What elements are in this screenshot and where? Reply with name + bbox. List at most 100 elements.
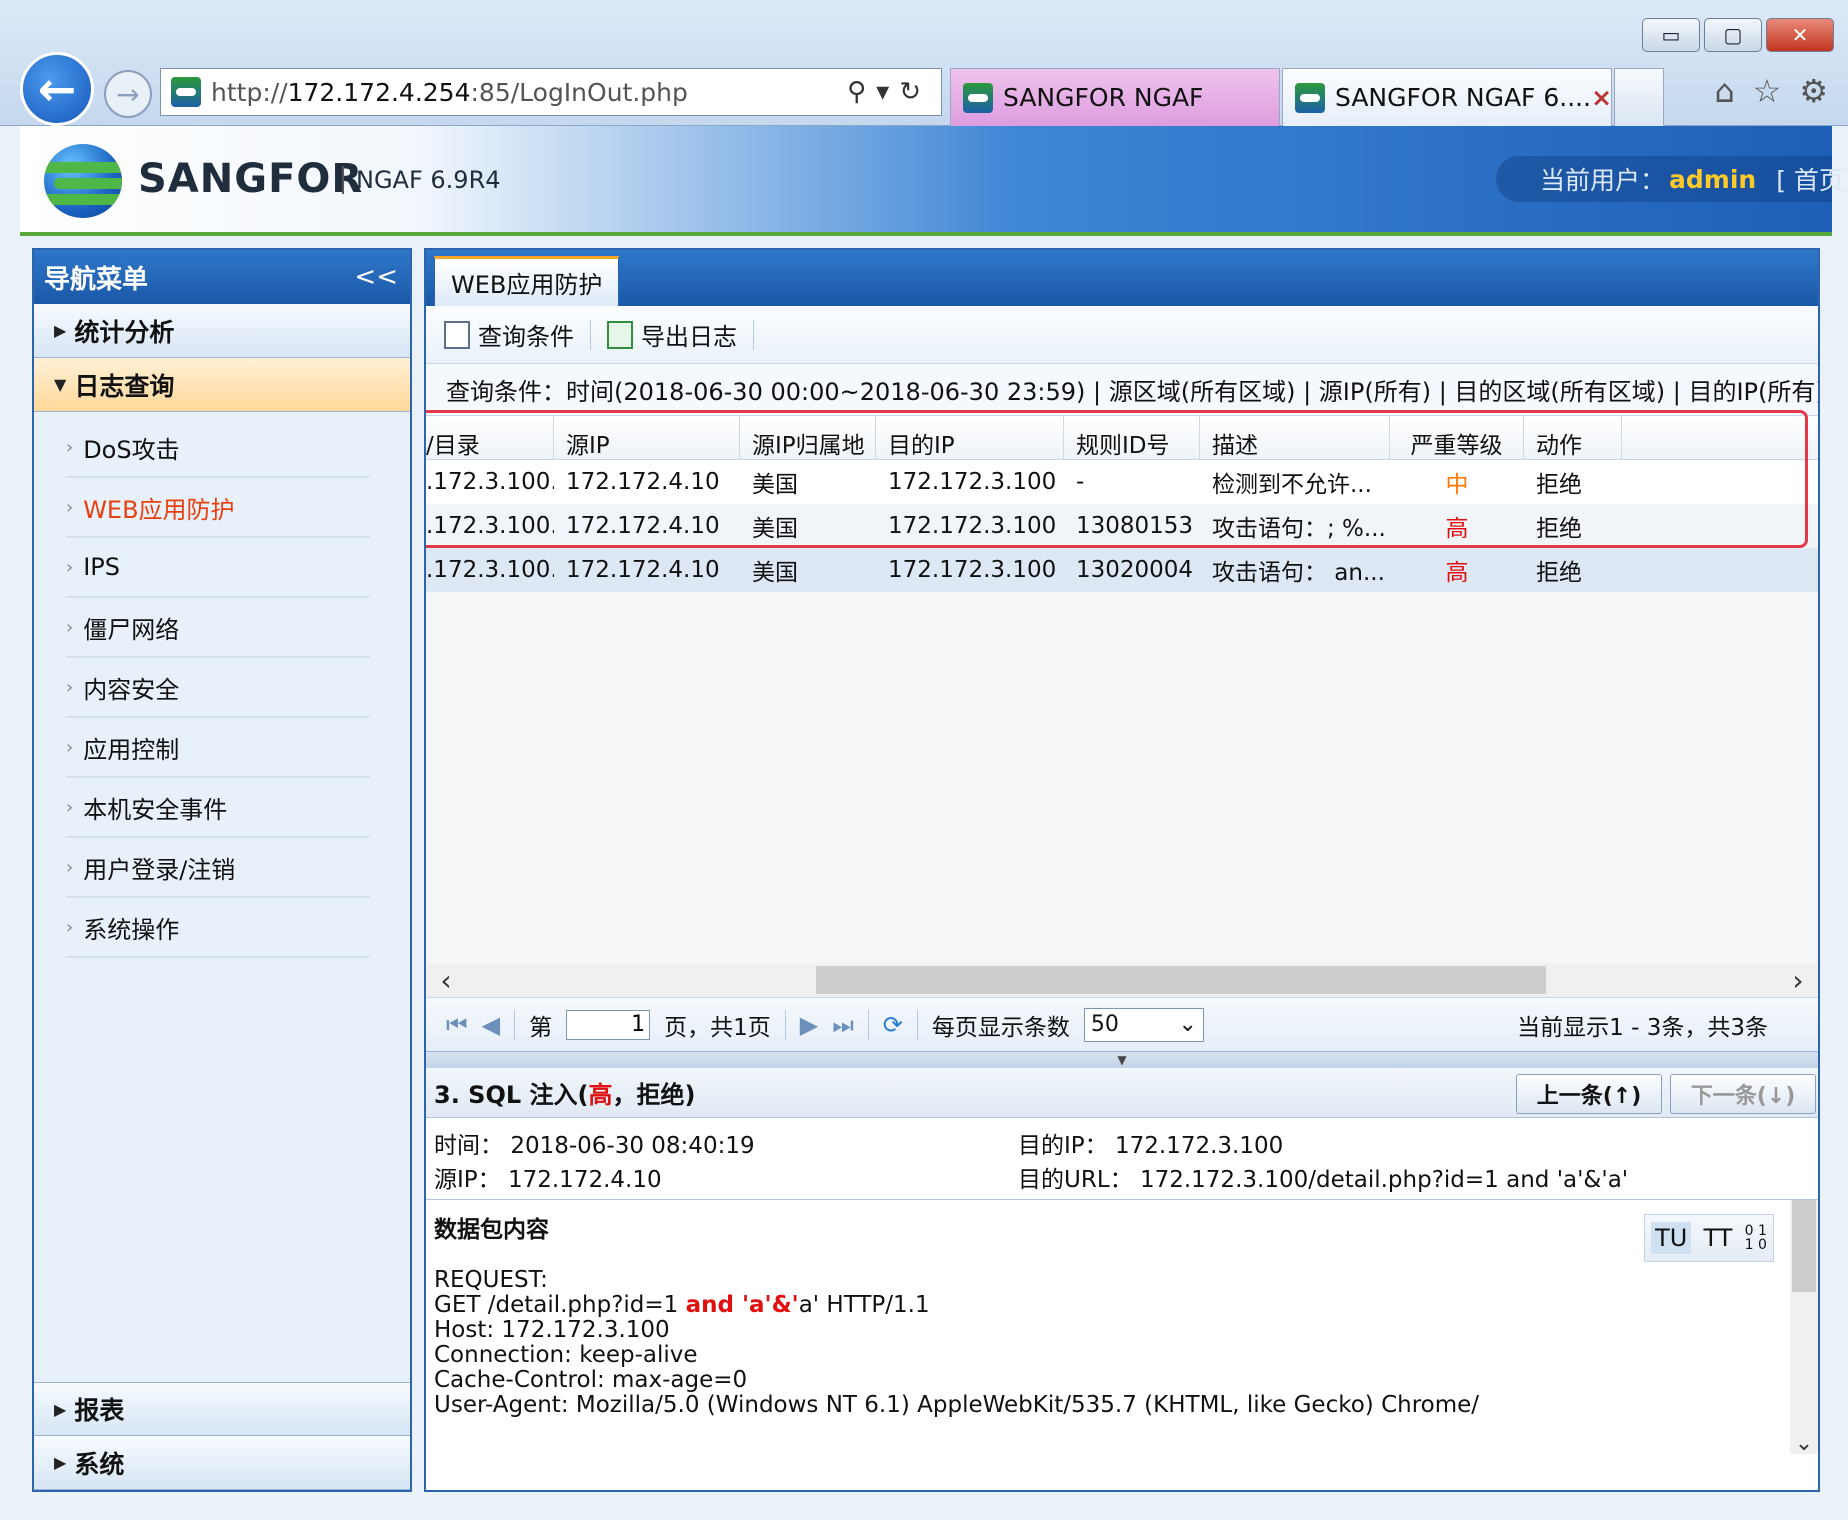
query-conditions-label: 查询条件 bbox=[478, 323, 574, 351]
table-row[interactable]: .172.3.100... 172.172.4.10 美国 172.172.3.… bbox=[426, 548, 1818, 592]
nav-item-app-control[interactable]: › 应用控制 bbox=[66, 718, 370, 778]
forward-arrow-icon[interactable]: → bbox=[104, 70, 152, 118]
prev-page-icon[interactable]: ◀ bbox=[482, 1011, 500, 1039]
column-header-description[interactable]: 描述 bbox=[1200, 416, 1390, 459]
nav-item-system-ops[interactable]: › 系统操作 bbox=[66, 898, 370, 958]
export-log-label: 导出日志 bbox=[641, 323, 737, 351]
nav-item-local-events[interactable]: › 本机安全事件 bbox=[66, 778, 370, 838]
pager-divider bbox=[514, 1009, 516, 1040]
nav-item-botnet[interactable]: › 僵尸网络 bbox=[66, 598, 370, 658]
cell-dst-ip: 172.172.3.100 bbox=[888, 557, 1057, 583]
cell-action: 拒绝 bbox=[1536, 516, 1582, 542]
scroll-right-icon[interactable]: › bbox=[1778, 964, 1818, 997]
column-header-severity[interactable]: 严重等级 bbox=[1390, 416, 1524, 459]
scroll-thumb[interactable] bbox=[816, 966, 1546, 994]
column-header-rule-id[interactable]: 规则ID号 bbox=[1064, 416, 1200, 459]
home-link[interactable]: [ 首页 bbox=[1776, 161, 1844, 197]
nav-item-label: 本机安全事件 bbox=[83, 795, 228, 824]
column-header-action[interactable]: 动作 bbox=[1524, 416, 1622, 459]
nav-item-content-security[interactable]: › 内容安全 bbox=[66, 658, 370, 718]
address-bar[interactable]: http://172.172.4.254:85/LogInOut.php ⚲▾↻ bbox=[160, 68, 942, 116]
nav-menu-title: 导航菜单 << bbox=[34, 250, 410, 304]
text-size-icon[interactable]: TT bbox=[1704, 1224, 1733, 1252]
scroll-thumb[interactable] bbox=[1792, 1200, 1816, 1292]
cell-src-ip: 172.172.4.10 bbox=[566, 513, 720, 539]
user-bar: 当前用户： admin [ 首页 bbox=[1496, 156, 1844, 202]
cell-action: 拒绝 bbox=[1536, 560, 1582, 586]
table-row[interactable]: .172.3.100... 172.172.4.10 美国 172.172.3.… bbox=[426, 504, 1818, 548]
settings-gear-icon[interactable]: ⚙ bbox=[1799, 72, 1828, 110]
nav-group-log-query[interactable]: ▼ 日志查询 bbox=[34, 358, 410, 412]
scroll-left-icon[interactable]: ‹ bbox=[426, 964, 466, 997]
cell-description: 检测到不允许... bbox=[1212, 472, 1372, 498]
column-header-dir[interactable]: /目录 bbox=[426, 416, 554, 459]
vertical-scrollbar[interactable]: ⌃ ⌄ bbox=[1790, 1200, 1818, 1454]
scroll-down-icon[interactable]: ⌄ bbox=[1790, 1431, 1818, 1454]
prev-record-button[interactable]: 上一条(↑) bbox=[1516, 1074, 1662, 1114]
packet-line: User-Agent: Mozilla/5.0 (Windows NT 6.1)… bbox=[434, 1392, 1480, 1418]
browser-tab-1[interactable]: SANGFOR NGAF bbox=[950, 68, 1280, 126]
next-record-button[interactable]: 下一条(↓) bbox=[1670, 1074, 1816, 1114]
detail-dst-url: 目的URL： 172.172.3.100/detail.php?id=1 and… bbox=[1018, 1167, 1629, 1193]
excel-export-icon bbox=[607, 320, 633, 349]
text-uppercase-icon[interactable]: TU bbox=[1651, 1222, 1692, 1254]
refresh-icon[interactable]: ⟳ bbox=[883, 1011, 903, 1039]
nav-item-ips[interactable]: › IPS bbox=[66, 538, 370, 598]
tab-close-icon[interactable]: × bbox=[1591, 83, 1611, 112]
first-page-icon[interactable]: ⏮ bbox=[446, 1011, 468, 1039]
query-conditions-button[interactable]: 查询条件 bbox=[444, 317, 574, 352]
content-tabbar: WEB应用防护 bbox=[426, 250, 1818, 306]
page-total: 页，共1页 bbox=[664, 1014, 771, 1041]
back-arrow-icon[interactable]: ← bbox=[20, 52, 94, 126]
brand-name: SANGFOR bbox=[138, 156, 364, 202]
column-header-src-location[interactable]: 源IP归属地 bbox=[740, 416, 876, 459]
detail-time: 时间： 2018-06-30 08:40:19 bbox=[434, 1133, 755, 1159]
panel-splitter[interactable]: ▼ bbox=[426, 1052, 1818, 1068]
nav-menu: 导航菜单 << ▶ 统计分析 ▼ 日志查询 › DoS攻击 › WEB应用防护 › I… bbox=[32, 248, 412, 1492]
caret-down-icon: ▼ bbox=[54, 375, 67, 394]
cell-src-ip: 172.172.4.10 bbox=[566, 469, 720, 495]
per-page-select[interactable]: 50 ⌄ bbox=[1083, 1007, 1204, 1042]
hex-view-icon[interactable]: 0 11 0 bbox=[1745, 1224, 1767, 1252]
horizontal-scrollbar[interactable]: ‹ › bbox=[426, 963, 1818, 997]
nav-item-web-protection[interactable]: › WEB应用防护 bbox=[66, 478, 370, 538]
splitter-arrow-icon[interactable]: ▼ bbox=[1117, 1052, 1126, 1068]
window-controls: ▭ ▢ ✕ bbox=[1642, 18, 1834, 52]
tab-favicon-icon bbox=[1295, 82, 1325, 113]
tab-web-protection[interactable]: WEB应用防护 bbox=[434, 256, 620, 306]
packet-line: GET /detail.php?id=1 and 'a'&'a' HTTP/1.… bbox=[434, 1292, 930, 1318]
packet-content: 数据包内容 TU TT 0 11 0 REQUEST: GET /detail.… bbox=[426, 1200, 1818, 1454]
nav-item-dos[interactable]: › DoS攻击 bbox=[66, 418, 370, 478]
page-number-input[interactable] bbox=[566, 1009, 651, 1040]
cell-src-location: 美国 bbox=[752, 560, 798, 586]
favorites-star-icon[interactable]: ☆ bbox=[1753, 72, 1782, 110]
cell-src-ip: 172.172.4.10 bbox=[566, 557, 720, 583]
nav-group-system[interactable]: ▶ 系统 bbox=[34, 1436, 410, 1490]
sangfor-logo-icon bbox=[44, 144, 122, 218]
next-page-icon[interactable]: ▶ bbox=[800, 1011, 818, 1039]
new-tab-button[interactable] bbox=[1614, 68, 1664, 126]
dropdown-chevron-icon[interactable]: ▾ bbox=[876, 77, 899, 107]
current-user-label: 当前用户： bbox=[1540, 166, 1666, 195]
chevron-right-icon: › bbox=[66, 796, 74, 818]
browser-tab-2[interactable]: SANGFOR NGAF 6.... × bbox=[1282, 68, 1612, 126]
column-header-src-ip[interactable]: 源IP bbox=[554, 416, 740, 459]
collapse-nav-icon[interactable]: << bbox=[354, 262, 398, 292]
maximize-button[interactable]: ▢ bbox=[1704, 18, 1762, 52]
column-header-dst-ip[interactable]: 目的IP bbox=[876, 416, 1064, 459]
scroll-track[interactable] bbox=[466, 966, 1778, 994]
nav-group-reports[interactable]: ▶ 报表 bbox=[34, 1382, 410, 1436]
address-tools: ⚲▾↻ bbox=[847, 77, 931, 107]
page-status: 当前显示1 - 3条，共3条 bbox=[1517, 1014, 1768, 1041]
search-icon[interactable]: ⚲ bbox=[847, 77, 876, 107]
refresh-icon[interactable]: ↻ bbox=[899, 77, 931, 107]
address-url: http://172.172.4.254:85/LogInOut.php bbox=[211, 77, 688, 107]
last-page-icon[interactable]: ⏭ bbox=[832, 1011, 854, 1039]
home-icon[interactable]: ⌂ bbox=[1714, 72, 1734, 110]
table-row[interactable]: .172.3.100... 172.172.4.10 美国 172.172.3.… bbox=[426, 460, 1818, 504]
minimize-button[interactable]: ▭ bbox=[1642, 18, 1700, 52]
nav-group-statistics[interactable]: ▶ 统计分析 bbox=[34, 304, 410, 358]
close-window-button[interactable]: ✕ bbox=[1766, 18, 1834, 52]
nav-item-user-login[interactable]: › 用户登录/注销 bbox=[66, 838, 370, 898]
export-log-button[interactable]: 导出日志 bbox=[607, 317, 737, 352]
